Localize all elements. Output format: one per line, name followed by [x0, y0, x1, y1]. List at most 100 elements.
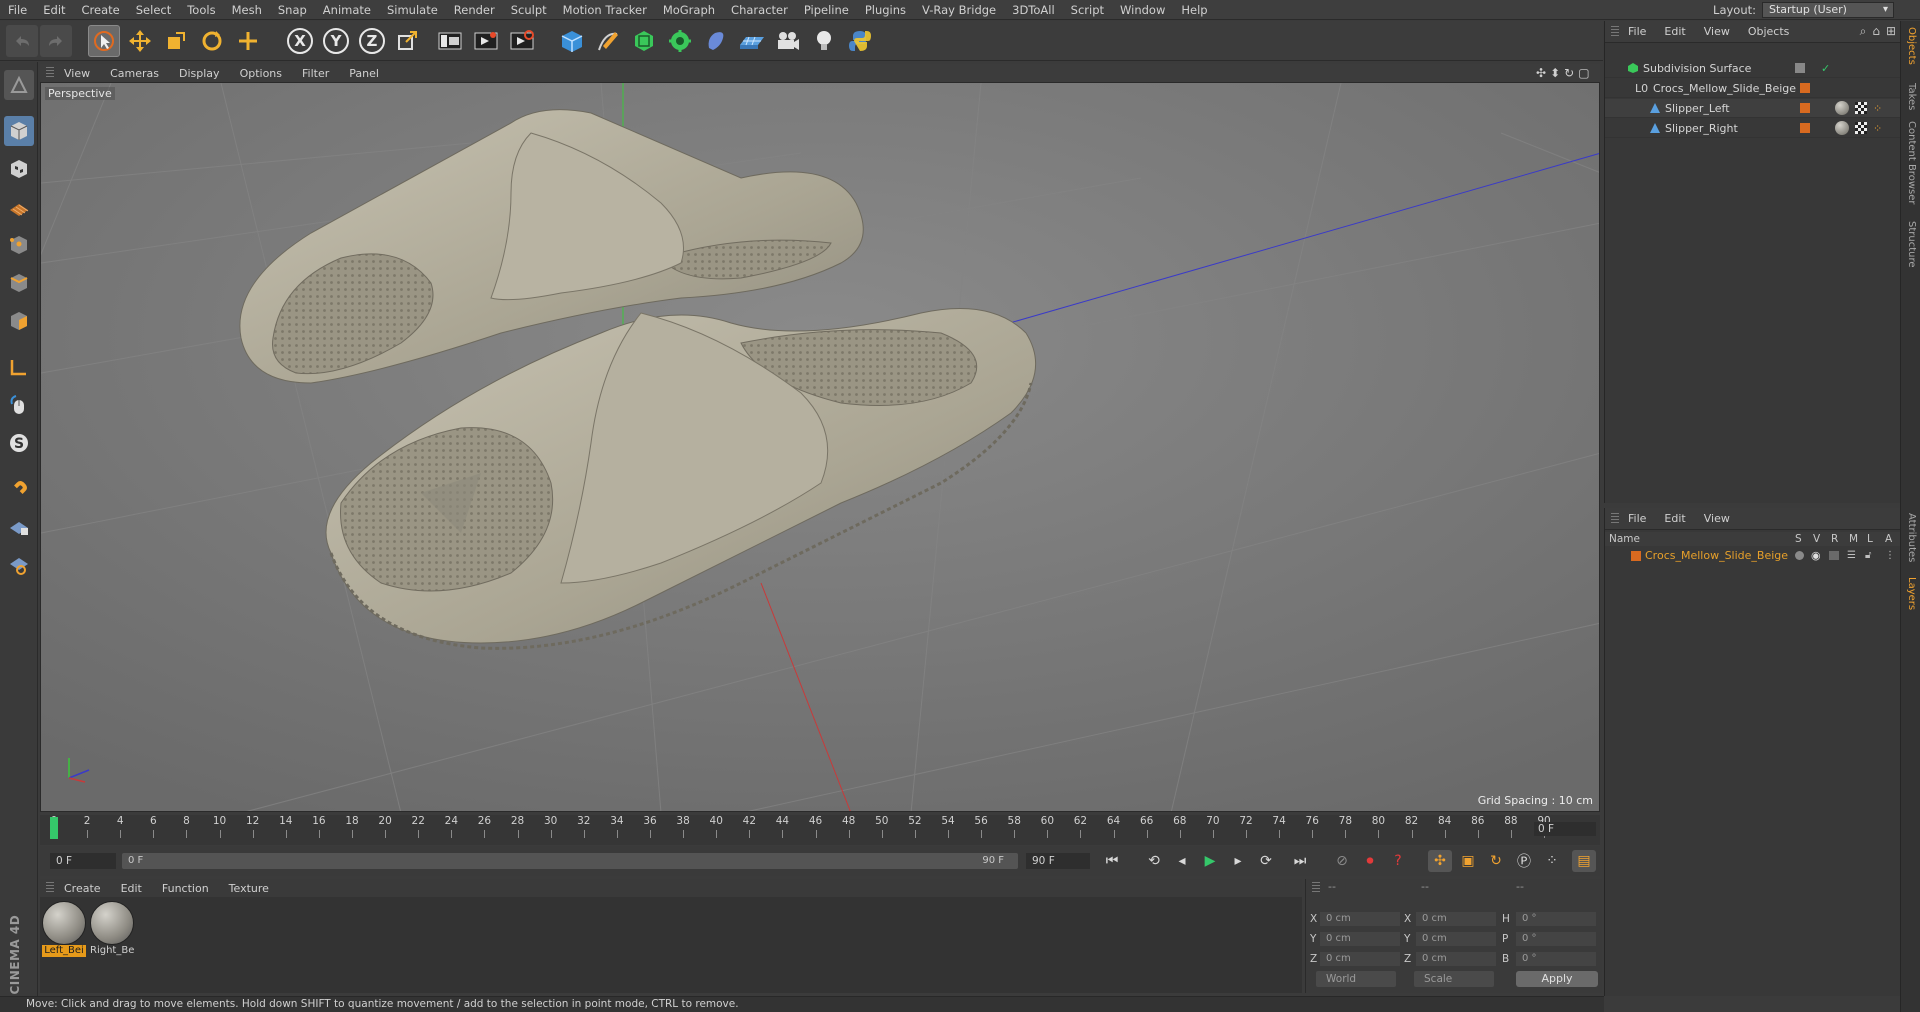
- menu-script[interactable]: Script: [1063, 0, 1112, 20]
- material-menu-create[interactable]: Create: [54, 882, 111, 895]
- point-level-key-button[interactable]: ⁘: [1540, 850, 1564, 872]
- points-mode-button[interactable]: [4, 230, 34, 260]
- timeline-playhead[interactable]: [50, 817, 58, 839]
- make-editable-button[interactable]: [4, 70, 34, 100]
- preview-range-slider[interactable]: 0 F 90 F: [122, 853, 1018, 869]
- undo-button[interactable]: [6, 25, 38, 57]
- menu-character[interactable]: Character: [723, 0, 796, 20]
- menu-mograph[interactable]: MoGraph: [655, 0, 723, 20]
- viewport-menu-cameras[interactable]: Cameras: [100, 67, 169, 80]
- light-object-button[interactable]: [808, 25, 840, 57]
- current-frame-field[interactable]: 0 F: [50, 853, 116, 869]
- max-frame-field[interactable]: 90 F: [1026, 853, 1090, 869]
- python-script-button[interactable]: [844, 25, 876, 57]
- x-axis-lock-button[interactable]: X: [284, 25, 316, 57]
- search-icon[interactable]: ⌕: [1860, 24, 1867, 39]
- menu-sculpt[interactable]: Sculpt: [503, 0, 555, 20]
- menu-edit[interactable]: Edit: [35, 0, 73, 20]
- coordinate-mode-dropdown[interactable]: Scale: [1414, 971, 1494, 987]
- object-row-subdivision-surface[interactable]: Subdivision Surface ✓: [1605, 59, 1901, 78]
- menu-3dtoall[interactable]: 3DToAll: [1004, 0, 1063, 20]
- object-row-slipper-right[interactable]: Slipper_Right ⁘: [1605, 119, 1901, 138]
- deformer-button[interactable]: [700, 25, 732, 57]
- material-right-beige[interactable]: Right_Be: [90, 901, 134, 957]
- keyframe-selection-button[interactable]: ?: [1386, 850, 1410, 872]
- menu-render[interactable]: Render: [446, 0, 503, 20]
- go-to-start-button[interactable]: ⏮: [1100, 850, 1124, 872]
- material-menu-texture[interactable]: Texture: [219, 882, 279, 895]
- menu-snap[interactable]: Snap: [270, 0, 315, 20]
- parameter-key-button[interactable]: Ⓟ: [1512, 850, 1536, 872]
- timeline-ruler[interactable]: 0246810121416182022242628303234363840424…: [40, 815, 1600, 845]
- tab-structure[interactable]: Structure: [1906, 221, 1917, 268]
- next-key-button[interactable]: ⟳: [1254, 850, 1278, 872]
- object-menu-objects[interactable]: Objects: [1739, 25, 1799, 38]
- material-left-beige[interactable]: Left_Bei: [42, 901, 86, 957]
- viewport-menu-view[interactable]: View: [54, 67, 100, 80]
- menu-motion-tracker[interactable]: Motion Tracker: [555, 0, 655, 20]
- layer-solo-toggle[interactable]: [1795, 551, 1804, 560]
- autokey-button[interactable]: ⏺: [1358, 850, 1382, 872]
- phong-tag-icon[interactable]: ⁘: [1873, 99, 1882, 118]
- layer-lock-toggle[interactable]: 🔓︎: [1865, 548, 1871, 564]
- rotation-key-button[interactable]: ↻: [1484, 850, 1508, 872]
- render-view-button[interactable]: [434, 25, 466, 57]
- viewport-menu-panel[interactable]: Panel: [339, 67, 389, 80]
- rotate-tool-button[interactable]: [196, 25, 228, 57]
- next-frame-button[interactable]: ▸: [1226, 850, 1250, 872]
- position-x-field[interactable]: 0 cm: [1320, 912, 1400, 926]
- material-tag-icon[interactable]: [1835, 101, 1849, 115]
- tab-takes[interactable]: Takes: [1906, 83, 1917, 110]
- layer-menu-view[interactable]: View: [1695, 512, 1739, 525]
- record-keys-button[interactable]: ⊘: [1330, 850, 1354, 872]
- size-z-field[interactable]: 0 cm: [1416, 952, 1496, 966]
- rotate-view-icon[interactable]: ↻: [1564, 66, 1574, 80]
- transform-tool-button[interactable]: [232, 25, 264, 57]
- material-tag-icon[interactable]: [1835, 121, 1849, 135]
- viewport-menu-display[interactable]: Display: [169, 67, 230, 80]
- uvw-tag-icon[interactable]: [1855, 122, 1867, 134]
- model-mode-button[interactable]: [4, 116, 34, 146]
- cube-object-button[interactable]: [556, 25, 588, 57]
- y-axis-lock-button[interactable]: Y: [320, 25, 352, 57]
- uvw-tag-icon[interactable]: [1855, 102, 1867, 114]
- menu-file[interactable]: File: [0, 0, 35, 20]
- camera-object-button[interactable]: [772, 25, 804, 57]
- render-picture-viewer-button[interactable]: [470, 25, 502, 57]
- pan-view-icon[interactable]: ✣: [1536, 66, 1546, 80]
- object-row-crocs-null[interactable]: L0 Crocs_Mellow_Slide_Beige: [1605, 79, 1901, 98]
- menu-mesh[interactable]: Mesh: [224, 0, 270, 20]
- coordinate-space-dropdown[interactable]: World: [1316, 971, 1396, 987]
- scale-tool-button[interactable]: [160, 25, 192, 57]
- object-menu-file[interactable]: File: [1619, 25, 1655, 38]
- object-menu-edit[interactable]: Edit: [1655, 25, 1694, 38]
- workplane-mode-button[interactable]: [4, 192, 34, 222]
- tab-objects[interactable]: Objects: [1906, 27, 1917, 65]
- tab-content-browser[interactable]: Content Browser: [1906, 121, 1917, 204]
- snapping-button[interactable]: S: [4, 428, 34, 458]
- play-button[interactable]: ▶: [1198, 850, 1222, 872]
- rotation-h-field[interactable]: 0 °: [1516, 912, 1596, 926]
- perspective-viewport[interactable]: Perspective Grid Spacing : 10 cm: [40, 82, 1600, 812]
- rotation-b-field[interactable]: 0 °: [1516, 952, 1596, 966]
- z-axis-lock-button[interactable]: Z: [356, 25, 388, 57]
- viewport-menu-filter[interactable]: Filter: [292, 67, 339, 80]
- redo-button[interactable]: [40, 25, 72, 57]
- layer-view-toggle[interactable]: ◉: [1811, 548, 1821, 564]
- floor-object-button[interactable]: [736, 25, 768, 57]
- cloner-button[interactable]: [664, 25, 696, 57]
- viewport-menu-options[interactable]: Options: [230, 67, 292, 80]
- object-manager-tools[interactable]: ⌕ ⌂ ⊞: [1860, 24, 1896, 39]
- layer-menu-file[interactable]: File: [1619, 512, 1655, 525]
- pen-spline-button[interactable]: [592, 25, 624, 57]
- new-window-icon[interactable]: ⊞: [1886, 24, 1896, 39]
- layer-manager-toggle[interactable]: ☰: [1847, 548, 1856, 564]
- menu-simulate[interactable]: Simulate: [379, 0, 446, 20]
- menu-tools[interactable]: Tools: [179, 0, 223, 20]
- layer-menu-edit[interactable]: Edit: [1655, 512, 1694, 525]
- layer-row[interactable]: Crocs_Mellow_Slide_Beige ◉ ☰ 🔓︎ ⋮: [1605, 548, 1901, 564]
- menu-select[interactable]: Select: [128, 0, 179, 20]
- apply-button[interactable]: Apply: [1516, 971, 1598, 987]
- phong-tag-icon[interactable]: ⁘: [1873, 119, 1882, 138]
- toggle-view-icon[interactable]: ▢: [1578, 66, 1589, 80]
